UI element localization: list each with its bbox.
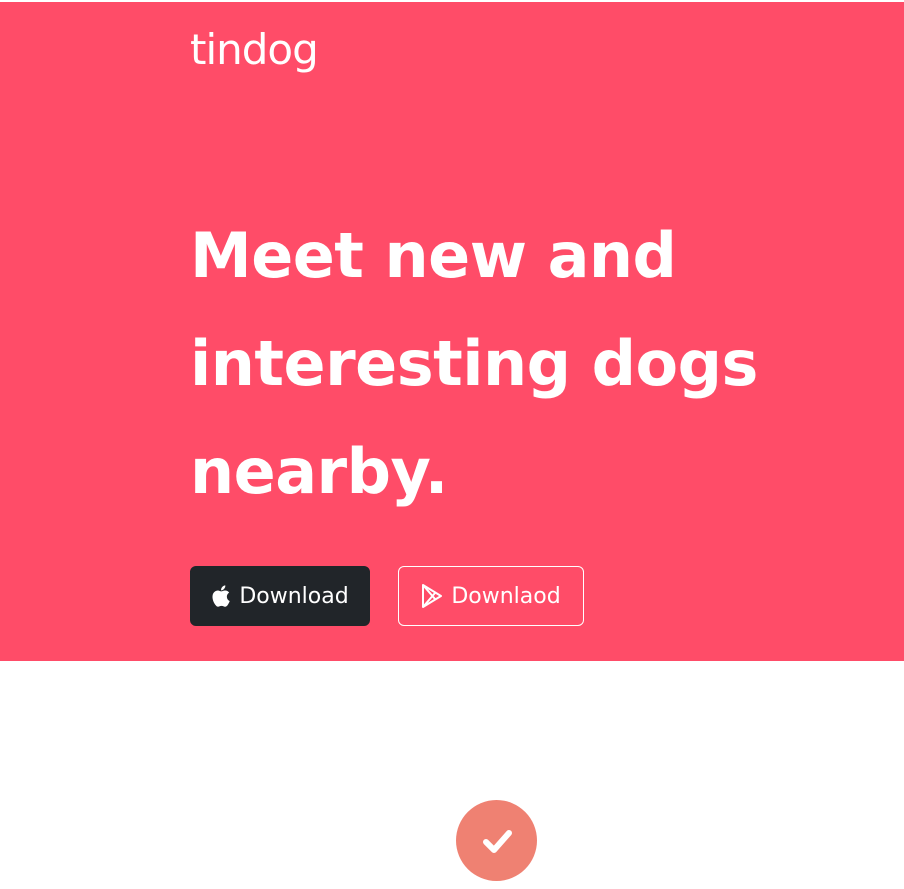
apple-download-button[interactable]: Download xyxy=(190,566,370,626)
google-play-icon xyxy=(421,583,443,609)
apple-icon xyxy=(211,585,231,607)
hero-section: tindog Meet new and interesting dogs nea… xyxy=(0,2,904,661)
check-circle-icon xyxy=(456,800,537,881)
google-play-download-label: Downlaod xyxy=(451,583,561,609)
brand-logo[interactable]: tindog xyxy=(190,24,319,76)
apple-download-label: Download xyxy=(239,583,349,609)
google-play-download-button[interactable]: Downlaod xyxy=(398,566,584,626)
hero-headline: Meet new and interesting dogs nearby. xyxy=(190,219,758,508)
